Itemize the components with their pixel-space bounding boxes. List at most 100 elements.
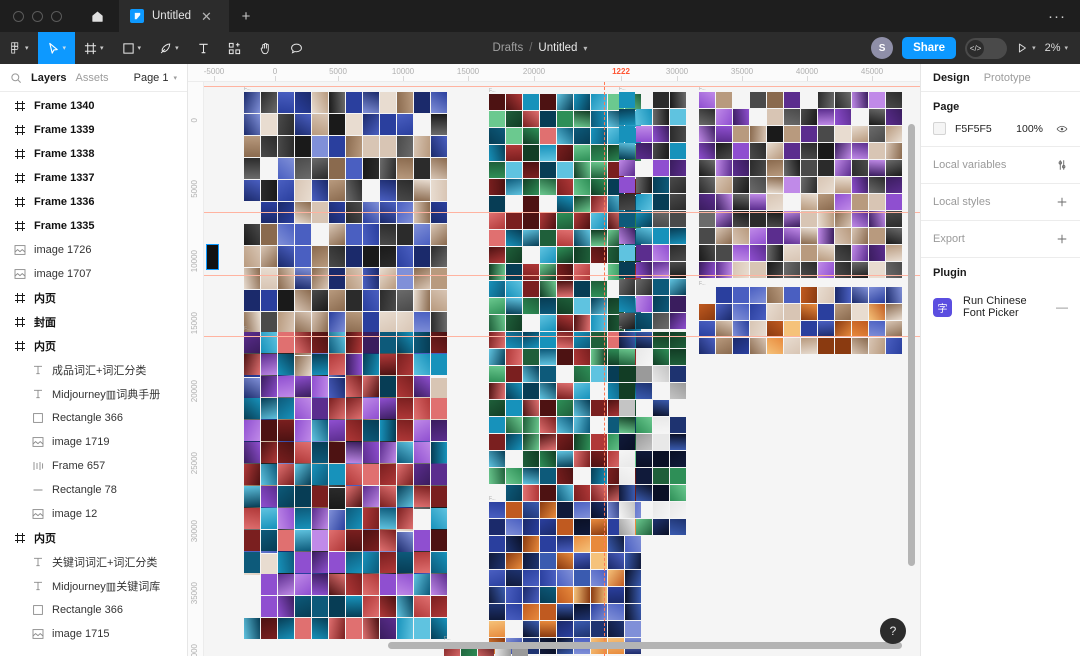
layer-item[interactable]: 封面 — [0, 310, 187, 334]
canvas-thumbnail[interactable] — [835, 211, 851, 227]
canvas-thumbnail[interactable] — [397, 618, 413, 639]
canvas-thumbnail[interactable] — [244, 552, 260, 573]
canvas-thumbnail[interactable] — [295, 92, 311, 113]
canvas-thumbnail[interactable] — [886, 228, 902, 244]
canvas-thumbnail[interactable] — [733, 304, 749, 320]
canvas-thumbnail[interactable] — [716, 194, 732, 210]
canvas-thumbnail[interactable] — [557, 604, 573, 620]
canvas-thumbnail[interactable] — [397, 552, 413, 573]
canvas-thumbnail[interactable] — [380, 246, 396, 267]
canvas-thumbnail[interactable] — [329, 552, 345, 573]
canvas-thumbnail[interactable] — [750, 160, 766, 176]
canvas-thumbnail[interactable] — [380, 180, 396, 201]
canvas-thumbnail[interactable] — [557, 536, 573, 552]
canvas-thumbnail[interactable] — [489, 553, 505, 569]
tab-layers[interactable]: Layers — [31, 72, 66, 84]
canvas-thumbnail[interactable] — [574, 94, 590, 110]
canvas-thumbnail[interactable] — [619, 160, 635, 176]
canvas-thumbnail[interactable] — [414, 398, 430, 419]
canvas-thumbnail[interactable] — [540, 162, 556, 178]
canvas-thumbnail[interactable] — [716, 126, 732, 142]
canvas-thumbnail[interactable] — [619, 194, 635, 210]
canvas-thumbnail[interactable] — [397, 92, 413, 113]
canvas-thumbnail[interactable] — [506, 230, 522, 246]
canvas-thumbnail[interactable] — [625, 553, 641, 569]
canvas-thumbnail[interactable] — [489, 502, 505, 518]
canvas-thumbnail[interactable] — [489, 519, 505, 535]
canvas-thumbnail[interactable] — [523, 604, 539, 620]
canvas-thumbnail[interactable] — [653, 485, 669, 501]
canvas-thumbnail[interactable] — [852, 160, 868, 176]
canvas-thumbnail[interactable] — [329, 574, 345, 595]
canvas-thumbnail[interactable] — [636, 485, 652, 501]
canvas-thumbnail[interactable] — [489, 587, 505, 603]
canvas-thumbnail[interactable] — [625, 604, 641, 620]
canvas-thumbnail[interactable] — [619, 332, 635, 348]
canvas-thumbnail[interactable] — [489, 366, 505, 382]
canvas-thumbnail[interactable] — [363, 552, 379, 573]
canvas-thumbnail[interactable] — [767, 194, 783, 210]
canvas-thumbnail[interactable] — [346, 246, 362, 267]
canvas-thumbnail[interactable] — [608, 587, 624, 603]
canvas-thumbnail[interactable] — [414, 180, 430, 201]
canvas-thumbnail[interactable] — [818, 211, 834, 227]
canvas-thumbnail[interactable] — [295, 268, 311, 289]
canvas-thumbnail[interactable] — [312, 180, 328, 201]
canvas-thumbnail[interactable] — [557, 383, 573, 399]
canvas-thumbnail[interactable] — [619, 383, 635, 399]
canvas-thumbnail[interactable] — [653, 228, 669, 244]
canvas-thumbnail[interactable] — [523, 434, 539, 450]
canvas-thumbnail[interactable] — [261, 92, 277, 113]
export-row[interactable]: Export — [921, 221, 1080, 258]
canvas-thumbnail[interactable] — [801, 143, 817, 159]
canvas-thumbnail[interactable] — [523, 94, 539, 110]
canvas-thumbnail[interactable] — [397, 596, 413, 617]
canvas-thumbnail[interactable] — [653, 434, 669, 450]
canvas-thumbnail[interactable] — [431, 398, 447, 419]
canvas-thumbnail[interactable] — [886, 245, 902, 261]
canvas-thumbnail[interactable] — [557, 587, 573, 603]
canvas-thumbnail[interactable] — [380, 618, 396, 639]
canvas-thumbnail[interactable] — [835, 143, 851, 159]
canvas-thumbnail[interactable] — [670, 296, 686, 312]
canvas-thumbnail[interactable] — [886, 109, 902, 125]
canvas-thumbnail[interactable] — [363, 596, 379, 617]
canvas-thumbnail[interactable] — [346, 574, 362, 595]
canvas-thumbnail[interactable] — [540, 604, 556, 620]
canvas-thumbnail[interactable] — [431, 530, 447, 551]
hand-tool-button[interactable] — [250, 32, 281, 64]
canvas-thumbnail[interactable] — [557, 298, 573, 314]
canvas-thumbnail[interactable] — [329, 290, 345, 311]
canvas-thumbnail[interactable] — [261, 246, 277, 267]
canvas-thumbnail[interactable] — [636, 126, 652, 142]
canvas-thumbnail[interactable] — [574, 434, 590, 450]
canvas-thumbnail[interactable] — [278, 486, 294, 507]
canvas-thumbnail[interactable] — [329, 354, 345, 375]
canvas-thumbnail[interactable] — [397, 420, 413, 441]
canvas-thumbnail[interactable] — [670, 194, 686, 210]
canvas-thumbnail[interactable] — [540, 230, 556, 246]
canvas-thumbnail[interactable] — [619, 468, 635, 484]
color-swatch[interactable] — [933, 122, 946, 135]
canvas-thumbnail[interactable] — [784, 211, 800, 227]
local-styles-row[interactable]: Local styles — [921, 184, 1080, 221]
canvas-thumbnail[interactable] — [346, 354, 362, 375]
canvas-thumbnail[interactable] — [574, 519, 590, 535]
canvas-thumbnail[interactable] — [670, 349, 686, 365]
canvas-thumbnail[interactable] — [835, 321, 851, 337]
canvas-thumbnail[interactable] — [801, 177, 817, 193]
minus-icon[interactable]: — — [1056, 300, 1068, 314]
canvas-thumbnail[interactable] — [431, 180, 447, 201]
canvas-thumbnail[interactable] — [716, 304, 732, 320]
canvas-thumbnail[interactable] — [523, 621, 539, 637]
canvas-thumbnail[interactable] — [295, 356, 311, 377]
canvas-thumbnail[interactable] — [363, 290, 379, 311]
canvas-thumbnail[interactable] — [329, 246, 345, 267]
canvas-thumbnail[interactable] — [506, 570, 522, 586]
canvas-thumbnail[interactable] — [886, 338, 902, 354]
canvas-thumbnail[interactable] — [653, 502, 669, 518]
canvas-thumbnail[interactable] — [363, 312, 379, 333]
canvas-thumbnail[interactable] — [540, 502, 556, 518]
canvas-thumbnail[interactable] — [608, 536, 624, 552]
canvas-thumbnail[interactable] — [670, 451, 686, 467]
